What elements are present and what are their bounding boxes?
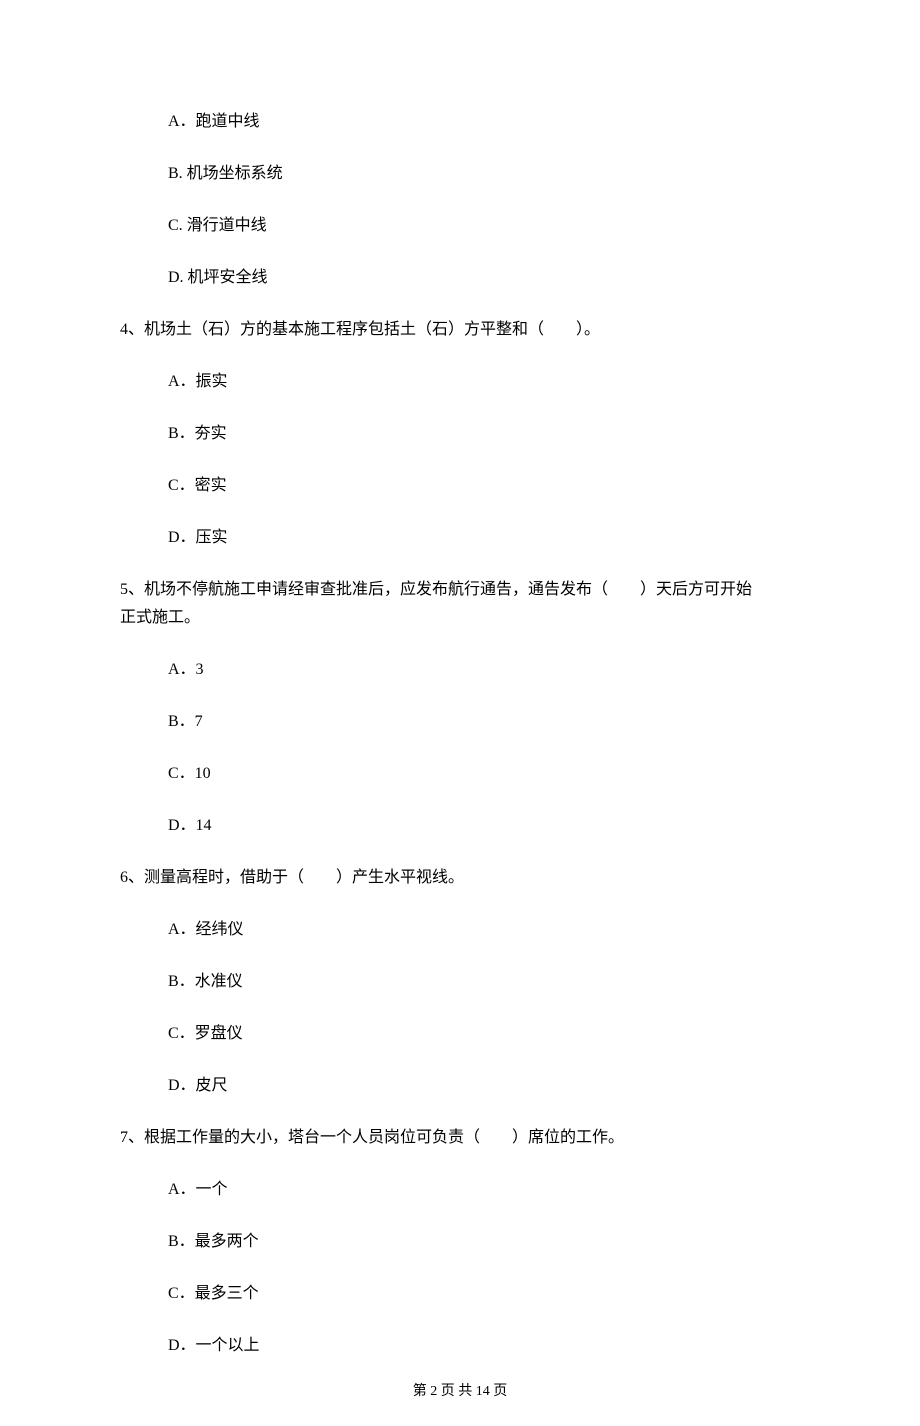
page-number: 第 2 页 共 14 页 (0, 1381, 920, 1402)
q6-option-c: C．罗盘仪 (168, 1022, 800, 1046)
q5-option-c: C．10 (168, 762, 800, 786)
q4-option-b: B．夯实 (168, 422, 800, 446)
q7-option-a: A．一个 (168, 1178, 800, 1202)
q3-option-d: D. 机坪安全线 (168, 266, 800, 290)
q5-stem-line1: 5、机场不停航施工申请经审查批准后，应发布航行通告，通告发布（ ）天后方可开始 (120, 578, 800, 602)
q4-option-c: C．密实 (168, 474, 800, 498)
q7-option-b: B．最多两个 (168, 1230, 800, 1254)
q6-option-d: D．皮尺 (168, 1074, 800, 1098)
q4-option-a: A．振实 (168, 370, 800, 394)
q3-option-c: C. 滑行道中线 (168, 214, 800, 238)
q6-option-a: A．经纬仪 (168, 918, 800, 942)
q6-stem: 6、测量高程时，借助于（ ）产生水平视线。 (120, 866, 800, 890)
q7-option-c: C．最多三个 (168, 1282, 800, 1306)
q4-option-d: D．压实 (168, 526, 800, 550)
q6-option-b: B．水准仪 (168, 970, 800, 994)
exam-page: A．跑道中线 B. 机场坐标系统 C. 滑行道中线 D. 机坪安全线 4、机场土… (0, 0, 920, 1426)
q5-option-a: A．3 (168, 658, 800, 682)
q5-stem-line2: 正式施工。 (120, 606, 800, 630)
q3-option-a: A．跑道中线 (168, 110, 800, 134)
q7-option-d: D．一个以上 (168, 1334, 800, 1358)
q4-stem: 4、机场土（石）方的基本施工程序包括土（石）方平整和（ ）。 (120, 318, 800, 342)
q5-option-d: D．14 (168, 814, 800, 838)
q3-option-b: B. 机场坐标系统 (168, 162, 800, 186)
q5-option-b: B．7 (168, 710, 800, 734)
q7-stem: 7、根据工作量的大小，塔台一个人员岗位可负责（ ）席位的工作。 (120, 1126, 800, 1150)
